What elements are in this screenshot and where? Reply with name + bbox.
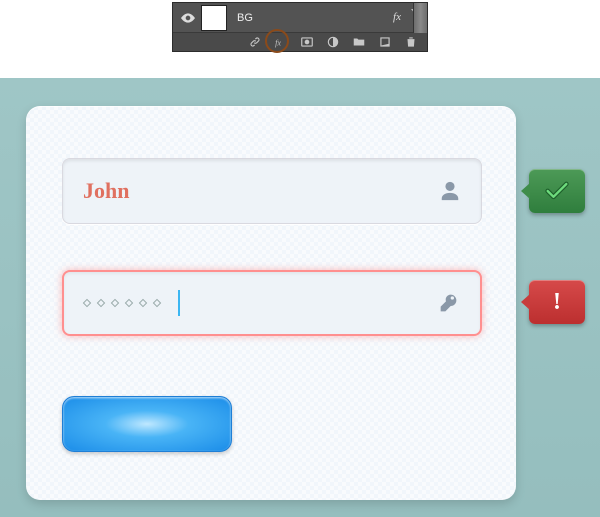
user-icon xyxy=(439,180,461,202)
link-layers-icon[interactable] xyxy=(247,34,263,50)
photoshop-layers-panel: BG fx fx xyxy=(172,2,428,52)
delete-layer-icon[interactable] xyxy=(403,34,419,50)
check-icon xyxy=(543,177,571,205)
layer-name-label: BG xyxy=(237,12,253,24)
key-icon xyxy=(438,292,460,314)
exclamation-icon: ! xyxy=(553,289,561,316)
layer-fx-label[interactable]: fx xyxy=(393,11,401,23)
new-layer-icon[interactable] xyxy=(377,34,393,50)
layer-row[interactable]: BG fx xyxy=(173,3,427,33)
design-canvas: John ! xyxy=(0,78,600,517)
username-field[interactable]: John xyxy=(62,158,482,224)
layer-thumbnail[interactable] xyxy=(201,5,227,31)
password-mask xyxy=(84,290,438,316)
svg-text:fx: fx xyxy=(275,39,281,48)
validation-error-badge: ! xyxy=(529,280,585,324)
layer-mask-icon[interactable] xyxy=(299,34,315,50)
login-form-card: John xyxy=(26,106,516,500)
layer-style-fx-icon[interactable]: fx xyxy=(273,34,289,50)
submit-button[interactable] xyxy=(62,396,232,452)
layers-toolbar: fx xyxy=(173,33,427,51)
validation-success-badge xyxy=(529,169,585,213)
adjustment-layer-icon[interactable] xyxy=(325,34,341,50)
new-group-icon[interactable] xyxy=(351,34,367,50)
text-cursor xyxy=(178,290,180,316)
panel-scrollbar[interactable] xyxy=(413,3,427,33)
password-field[interactable] xyxy=(62,270,482,336)
visibility-eye-icon[interactable] xyxy=(181,11,195,25)
username-value: John xyxy=(83,178,439,204)
